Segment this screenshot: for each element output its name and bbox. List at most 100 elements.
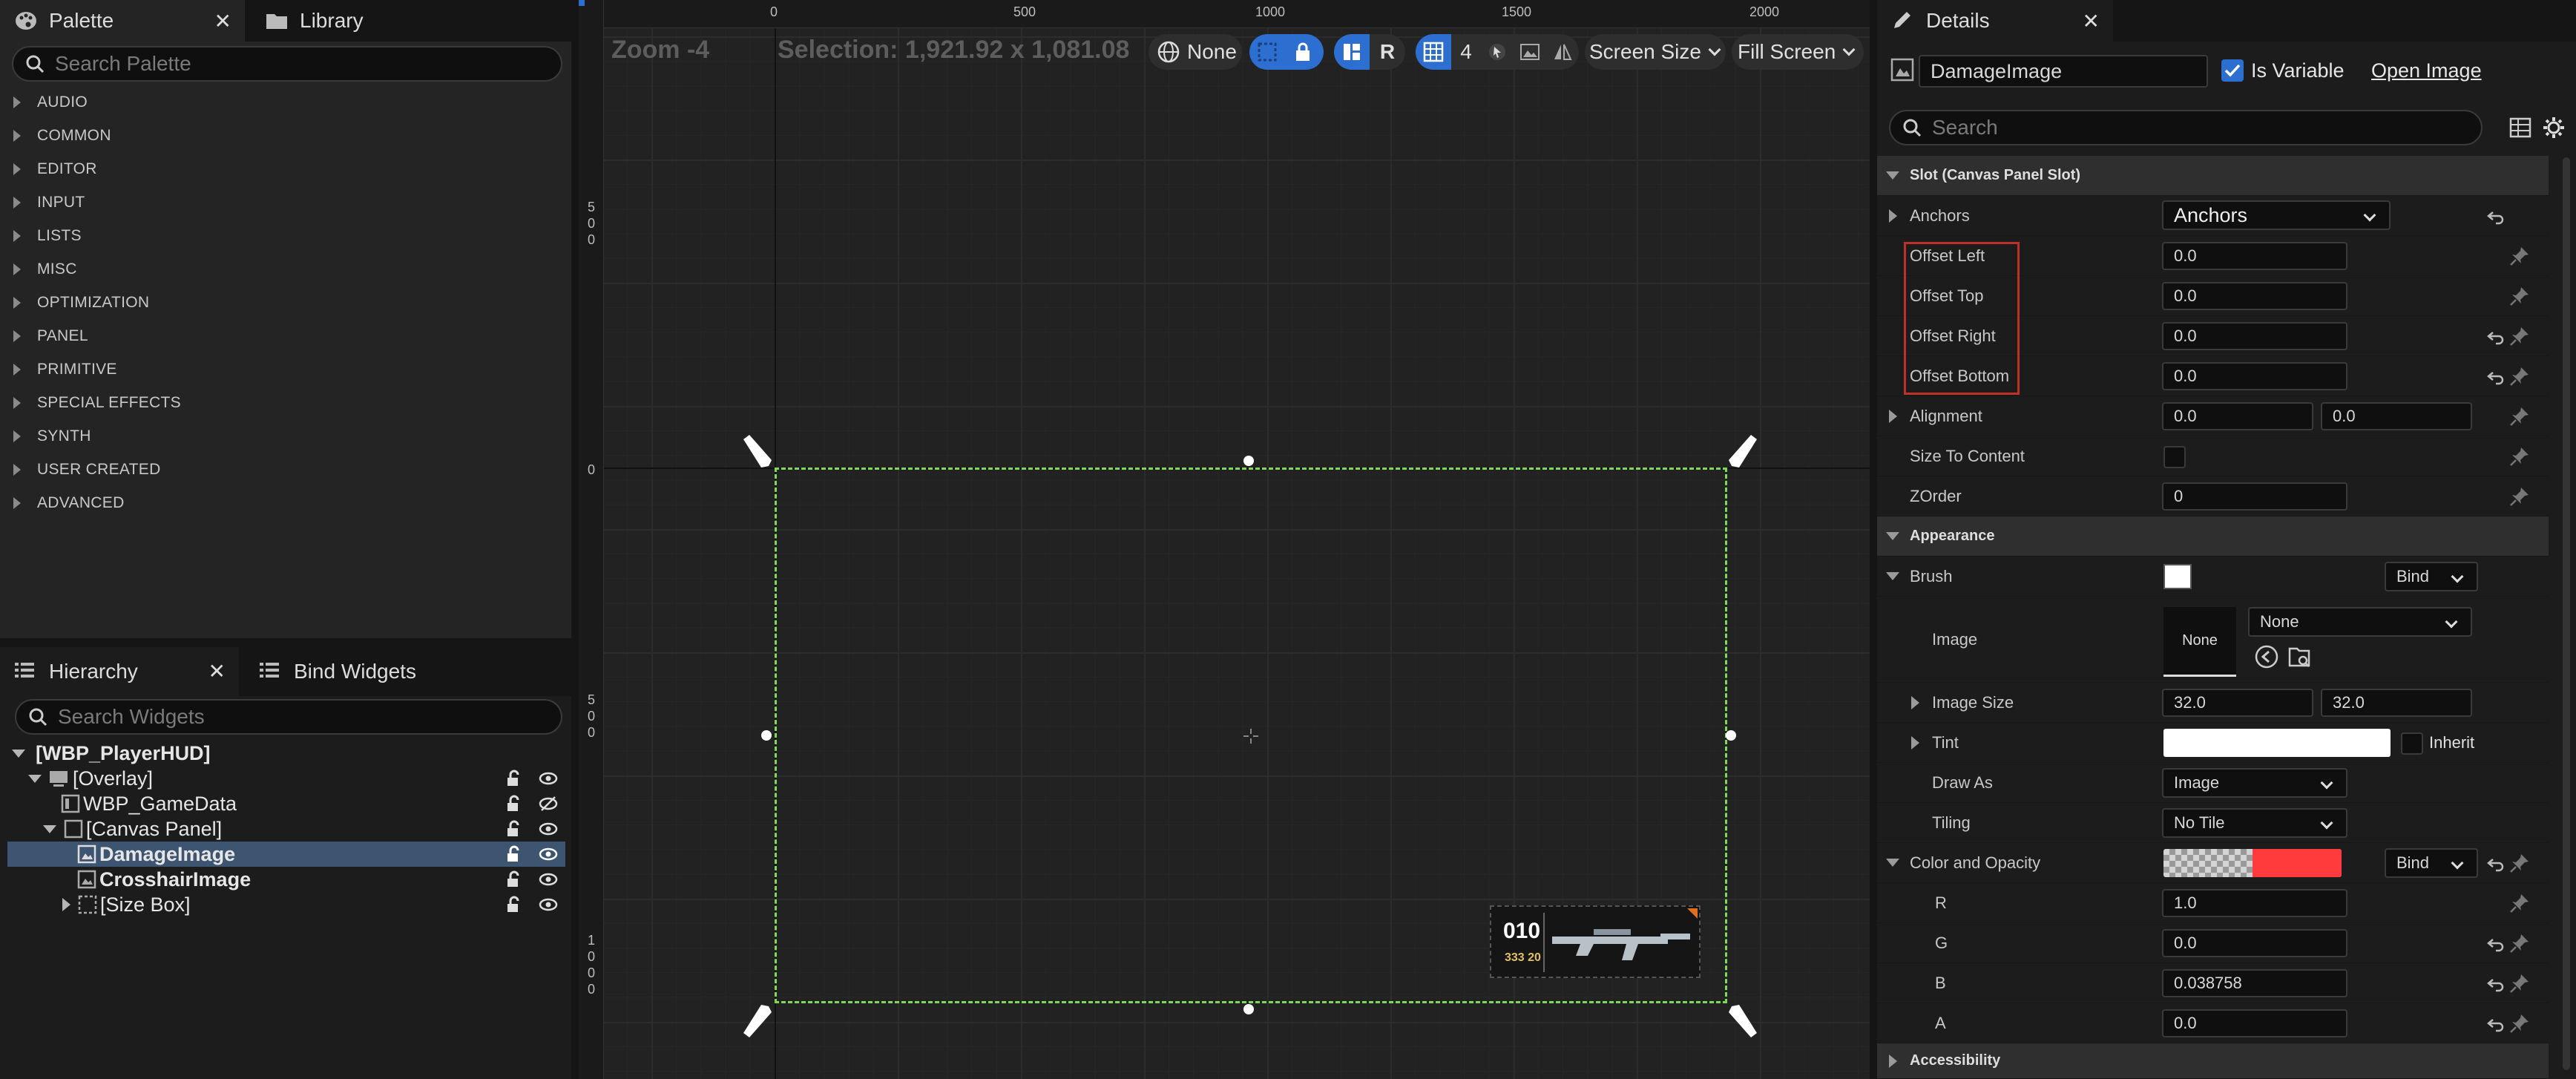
caret-down-icon[interactable] bbox=[43, 824, 56, 833]
alignment-y-field[interactable]: 0.0 bbox=[2321, 402, 2472, 430]
resize-handle-right[interactable] bbox=[1726, 730, 1736, 741]
zorder-field[interactable]: 0 bbox=[2162, 482, 2347, 511]
image-size-x-field[interactable]: 32.0 bbox=[2162, 689, 2313, 717]
eye-icon[interactable] bbox=[539, 896, 558, 914]
pin-icon[interactable] bbox=[2508, 1012, 2531, 1034]
resize-handle-left[interactable] bbox=[761, 730, 772, 741]
tree-item-wbp-playerhud[interactable]: [WBP_PlayerHUD] bbox=[7, 741, 565, 766]
r-toggle-button[interactable]: R bbox=[1370, 34, 1405, 70]
eye-icon[interactable] bbox=[539, 870, 558, 888]
grid-size[interactable]: 4 bbox=[1451, 34, 1481, 70]
reset-arrow-icon[interactable] bbox=[2485, 367, 2506, 387]
offset-top-field[interactable]: 0.0 bbox=[2162, 282, 2347, 310]
tree-item-overlay[interactable]: [Overlay] bbox=[7, 766, 565, 791]
lock-icon[interactable] bbox=[505, 870, 522, 888]
palette-category-user-created[interactable]: USER CREATED bbox=[0, 453, 564, 486]
anchor-handle-bottom-right[interactable] bbox=[1723, 1002, 1761, 1044]
browse-folder-icon[interactable] bbox=[2287, 644, 2312, 669]
palette-category-synth[interactable]: SYNTH bbox=[0, 420, 564, 453]
pin-icon[interactable] bbox=[2508, 485, 2531, 508]
details-search[interactable] bbox=[1889, 110, 2483, 145]
pin-icon[interactable] bbox=[2508, 972, 2531, 994]
resize-handle-bottom[interactable] bbox=[1243, 1004, 1254, 1014]
palette-search-input[interactable] bbox=[55, 52, 561, 76]
palette-category-optimization[interactable]: OPTIMIZATION bbox=[0, 286, 564, 319]
tab-palette[interactable]: Palette ✕ bbox=[0, 0, 245, 42]
caret-right-icon[interactable] bbox=[62, 898, 70, 911]
reset-arrow-icon[interactable] bbox=[2485, 206, 2506, 227]
use-selected-icon[interactable] bbox=[2254, 644, 2279, 669]
image-asset-dropdown[interactable]: None bbox=[2248, 607, 2472, 637]
table-view-icon[interactable] bbox=[2509, 117, 2531, 138]
pin-icon[interactable] bbox=[2508, 325, 2531, 347]
close-details-icon[interactable]: ✕ bbox=[2083, 9, 2100, 33]
offset-right-field[interactable]: 0.0 bbox=[2162, 322, 2347, 350]
palette-search[interactable] bbox=[12, 46, 562, 82]
chevron-right-icon[interactable] bbox=[1911, 695, 1919, 709]
tab-hierarchy[interactable]: Hierarchy ✕ bbox=[0, 647, 239, 696]
details-search-input[interactable] bbox=[1932, 116, 2481, 140]
lock-icon[interactable] bbox=[505, 845, 522, 863]
tiling-dropdown[interactable]: No Tile bbox=[2162, 808, 2347, 838]
tab-library[interactable]: Library bbox=[251, 0, 473, 42]
eye-icon[interactable] bbox=[539, 770, 558, 787]
palette-category-common[interactable]: COMMON bbox=[0, 119, 564, 152]
is-variable-checkbox[interactable] bbox=[2221, 59, 2244, 82]
offset-left-field[interactable]: 0.0 bbox=[2162, 242, 2347, 270]
gear-icon[interactable] bbox=[2542, 116, 2566, 140]
palette-category-input[interactable]: INPUT bbox=[0, 186, 564, 219]
open-image-link[interactable]: Open Image bbox=[2371, 59, 2482, 82]
hierarchy-search[interactable] bbox=[15, 699, 562, 735]
reset-arrow-icon[interactable] bbox=[2485, 934, 2506, 954]
g-field[interactable]: 0.0 bbox=[2162, 929, 2347, 957]
locale-dropdown[interactable]: None bbox=[1149, 34, 1242, 70]
a-field[interactable]: 0.0 bbox=[2162, 1009, 2347, 1037]
pin-icon[interactable] bbox=[2508, 852, 2531, 874]
palette-category-advanced[interactable]: ADVANCED bbox=[0, 487, 564, 519]
tab-bind-widgets[interactable]: Bind Widgets bbox=[245, 647, 467, 696]
reset-arrow-icon[interactable] bbox=[2485, 974, 2506, 994]
r-field[interactable]: 1.0 bbox=[2162, 889, 2347, 917]
pin-icon[interactable] bbox=[2508, 932, 2531, 954]
palette-category-misc[interactable]: MISC bbox=[0, 253, 564, 286]
anchor-handle-top-left[interactable] bbox=[739, 432, 778, 474]
pin-icon[interactable] bbox=[2508, 405, 2531, 427]
color-bind-dropdown[interactable]: Bind bbox=[2385, 848, 2478, 878]
pivot-icon[interactable] bbox=[1242, 727, 1260, 749]
chevron-right-icon[interactable] bbox=[1889, 409, 1897, 423]
chevron-right-icon[interactable] bbox=[1889, 209, 1897, 223]
eye-icon[interactable] bbox=[539, 820, 558, 838]
lock-icon[interactable] bbox=[1285, 34, 1321, 70]
dashed-select-icon[interactable] bbox=[1249, 34, 1285, 70]
size-to-content-checkbox[interactable] bbox=[2163, 446, 2186, 468]
hierarchy-search-input[interactable] bbox=[58, 705, 561, 729]
tree-item-size-box[interactable]: [Size Box] bbox=[7, 892, 565, 917]
alignment-x-field[interactable]: 0.0 bbox=[2162, 402, 2313, 430]
lock-icon[interactable] bbox=[505, 770, 522, 787]
tab-details[interactable]: Details ✕ bbox=[1877, 0, 2113, 42]
chevron-down-icon[interactable] bbox=[1886, 572, 1899, 580]
widget-name-field[interactable]: DamageImage bbox=[1919, 55, 2208, 88]
brush-bind-dropdown[interactable]: Bind bbox=[2385, 562, 2478, 591]
mirror-icon[interactable] bbox=[1546, 34, 1579, 70]
anchors-dropdown[interactable]: Anchors bbox=[2162, 200, 2391, 230]
pin-icon[interactable] bbox=[2508, 285, 2531, 307]
eye-icon[interactable] bbox=[539, 845, 558, 863]
chevron-right-icon[interactable] bbox=[1911, 735, 1919, 750]
palette-category-special-effects[interactable]: SPECIAL EFFECTS bbox=[0, 387, 564, 419]
image-toggle-icon[interactable] bbox=[1514, 34, 1546, 70]
tree-item-canvas-panel[interactable]: [Canvas Panel] bbox=[7, 816, 565, 842]
anchor-handle-top-right[interactable] bbox=[1723, 432, 1761, 474]
close-hierarchy-icon[interactable]: ✕ bbox=[208, 659, 226, 683]
tint-color-swatch[interactable] bbox=[2163, 729, 2391, 757]
grid-snap-icon[interactable] bbox=[1416, 34, 1451, 70]
tree-item-damageimage[interactable]: DamageImage bbox=[7, 842, 565, 867]
pin-icon[interactable] bbox=[2508, 892, 2531, 914]
offset-bottom-field[interactable]: 0.0 bbox=[2162, 362, 2347, 390]
palette-category-panel[interactable]: PANEL bbox=[0, 320, 564, 352]
eye-hidden-icon[interactable] bbox=[539, 795, 558, 813]
anchor-handle-bottom-left[interactable] bbox=[739, 1002, 778, 1044]
close-palette-icon[interactable]: ✕ bbox=[214, 9, 231, 33]
b-field[interactable]: 0.038758 bbox=[2162, 969, 2347, 997]
section-slot[interactable]: Slot (Canvas Panel Slot) bbox=[1877, 156, 2549, 196]
